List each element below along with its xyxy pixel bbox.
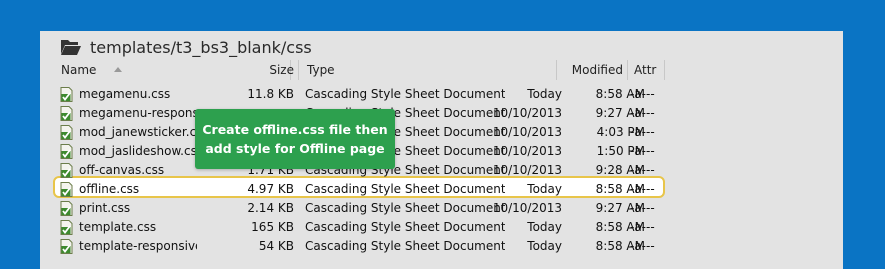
file-browser-window: templates/t3_bs3_blank/css Name Size Typ…: [40, 31, 843, 269]
callout-line-2: add style for Offline page: [205, 141, 385, 156]
file-date: 10/10/2013: [492, 163, 562, 177]
file-row[interactable]: template.css 165 KB Cascading Style Sheet …: [40, 218, 843, 237]
file-row[interactable]: print.css 2.14 KB Cascading Style Sheet Do…: [40, 199, 843, 218]
file-row[interactable]: mod_janewsticker.css Cascading Style Shee…: [40, 123, 843, 142]
file-row[interactable]: mod_jaslideshow.css Cascading Style Sheet…: [40, 142, 843, 161]
file-size: 11.8 KB: [247, 87, 294, 101]
path-bar: templates/t3_bs3_blank/css: [60, 36, 312, 58]
column-size[interactable]: Size: [265, 60, 299, 80]
column-type[interactable]: Type: [299, 60, 557, 80]
file-date: Today: [527, 87, 562, 101]
file-row[interactable]: megamenu-responsive.cssCascading Style S…: [40, 104, 843, 123]
file-date: 10/10/2013: [492, 106, 562, 120]
file-attr: -a---: [630, 106, 655, 120]
file-attr: -a---: [630, 87, 655, 101]
file-type: Cascading Style Sheet Document: [305, 87, 505, 101]
file-date: Today: [527, 239, 562, 253]
file-attr: -a---: [630, 125, 655, 139]
file-row[interactable]: template-responsive.css 54 KB Cascading St…: [40, 237, 843, 256]
css-file-check-icon: [59, 106, 74, 121]
file-size: 4.97 KB: [247, 182, 294, 196]
file-attr: -a---: [630, 144, 655, 158]
file-date: Today: [527, 182, 562, 196]
file-size: 54 KB: [258, 239, 294, 253]
file-type: Cascading Style Sheet Document: [305, 201, 505, 215]
css-file-check-icon: [59, 201, 74, 216]
file-type: Cascading Style Sheet Document: [305, 220, 505, 234]
file-list: megamenu.css 11.8 KB Cascading Style Sheet…: [40, 85, 843, 256]
css-file-check-icon: [59, 239, 74, 254]
css-file-check-icon: [59, 163, 74, 178]
file-row[interactable]: megamenu.css 11.8 KB Cascading Style Sheet…: [40, 85, 843, 104]
file-date: Today: [527, 220, 562, 234]
file-attr: -a---: [630, 182, 655, 196]
file-name: mod_janewsticker.css: [79, 125, 197, 139]
file-name: off-canvas.css: [79, 163, 165, 177]
file-type: Cascading Style Sheet Document: [305, 182, 505, 196]
file-type: Cascading Style Sheet Document: [305, 239, 505, 253]
column-modified[interactable]: Modified: [557, 60, 628, 80]
column-header: Name Size Type Modified Attr: [53, 60, 665, 80]
instruction-callout: Create offline.css file then add style f…: [195, 109, 395, 169]
css-file-check-icon: [59, 220, 74, 235]
css-file-check-icon: [59, 144, 74, 159]
css-file-check-icon: [59, 87, 74, 102]
file-attr: -a---: [630, 220, 655, 234]
column-name[interactable]: Name: [53, 60, 291, 80]
file-size: 165 KB: [251, 220, 294, 234]
file-name: megamenu.css: [79, 87, 171, 101]
file-name: offline.css: [79, 182, 140, 196]
file-name: print.css: [79, 201, 131, 215]
folder-open-icon: [60, 38, 82, 56]
callout-line-1: Create offline.css file then: [202, 122, 388, 137]
file-row[interactable]: off-canvas.css 1.71 KB Cascading Style She…: [40, 161, 843, 180]
file-attr: -a---: [630, 239, 655, 253]
css-file-check-icon: [59, 125, 74, 140]
file-name: template-responsive.css: [79, 239, 197, 253]
file-name: template.css: [79, 220, 157, 234]
current-path: templates/t3_bs3_blank/css: [90, 37, 312, 57]
file-date: 10/10/2013: [492, 201, 562, 215]
file-name: megamenu-responsive.css: [79, 106, 197, 120]
file-attr: -a---: [630, 163, 655, 177]
file-name: mod_jaslideshow.css: [79, 144, 197, 158]
file-row[interactable]: offline.css 4.97 KB Cascading Style Sheet …: [40, 180, 843, 199]
file-date: 10/10/2013: [492, 144, 562, 158]
column-attr[interactable]: Attr: [628, 60, 665, 80]
file-date: 10/10/2013: [492, 125, 562, 139]
css-file-check-icon: [59, 182, 74, 197]
sort-ascending-icon: [114, 67, 123, 72]
file-size: 2.14 KB: [247, 201, 294, 215]
file-attr: -a---: [630, 201, 655, 215]
